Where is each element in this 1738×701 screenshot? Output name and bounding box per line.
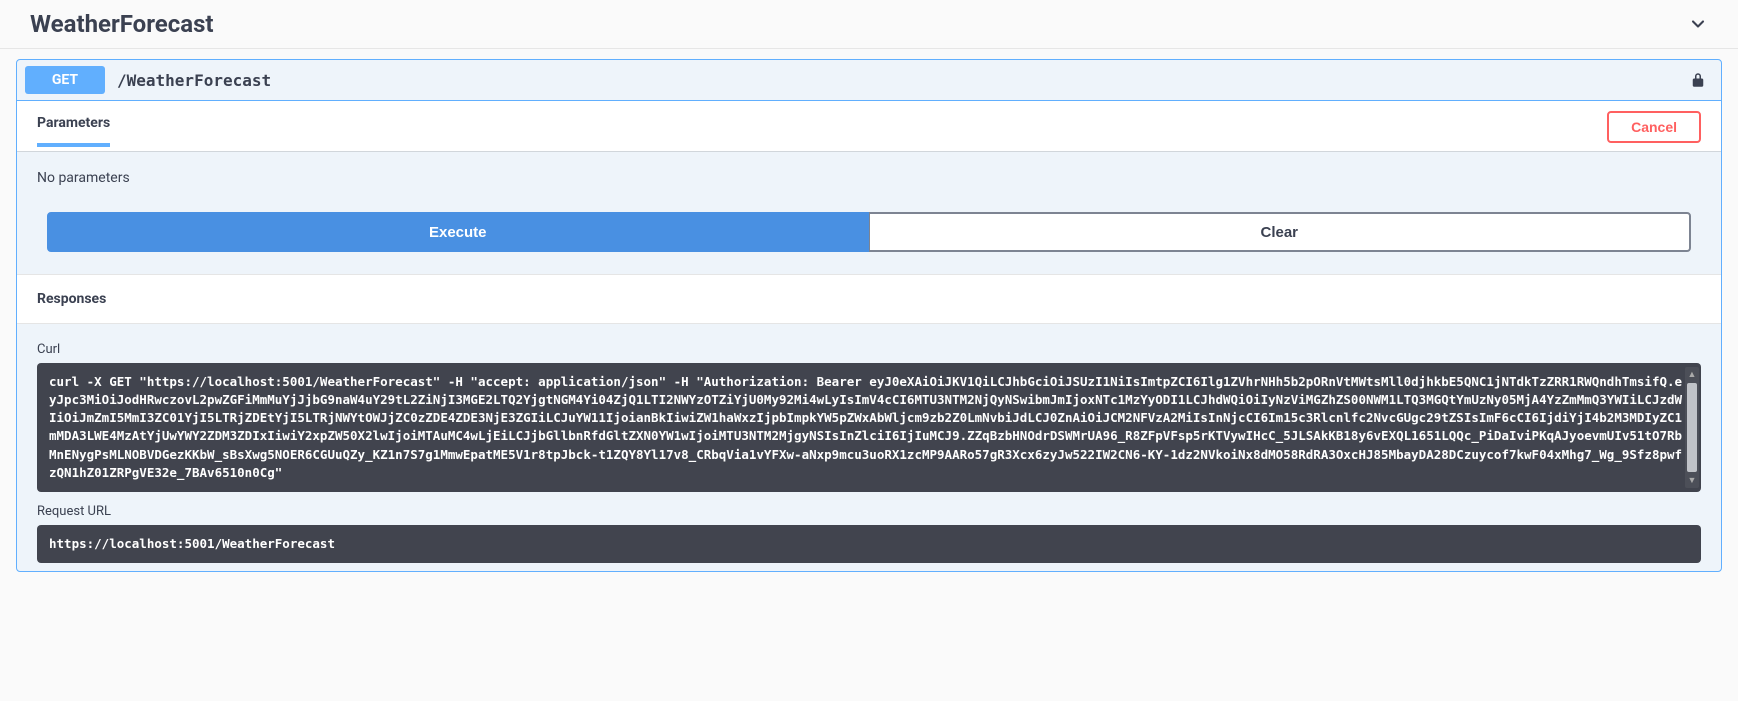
chevron-down-icon[interactable] [1688,14,1708,34]
section-header[interactable]: WeatherForecast [0,0,1738,49]
cancel-button[interactable]: Cancel [1607,111,1701,143]
response-body: Curl curl -X GET "https://localhost:5001… [17,324,1721,571]
operation-summary[interactable]: GET /WeatherForecast [17,60,1721,100]
responses-heading: Responses [17,274,1721,324]
curl-output[interactable]: curl -X GET "https://localhost:5001/Weat… [37,363,1701,492]
scroll-thumb[interactable] [1687,383,1697,472]
operation-summary-left: GET /WeatherForecast [25,66,271,94]
clear-button[interactable]: Clear [869,212,1692,252]
scroll-up-icon[interactable]: ▲ [1685,367,1699,381]
no-parameters-text: No parameters [17,152,1721,212]
method-badge: GET [25,66,105,94]
execute-row: Execute Clear [17,212,1721,274]
parameters-tab-header: Parameters Cancel [17,101,1721,151]
request-url-output[interactable]: https://localhost:5001/WeatherForecast [37,525,1701,563]
lock-icon[interactable] [1689,71,1713,89]
request-url-label: Request URL [37,504,1701,519]
scroll-down-icon[interactable]: ▼ [1685,474,1699,488]
operation-path: /WeatherForecast [117,71,271,90]
execute-button[interactable]: Execute [47,212,869,252]
operation-block: GET /WeatherForecast Parameters Cancel N… [16,59,1722,572]
curl-block-wrap: curl -X GET "https://localhost:5001/Weat… [37,363,1701,492]
scrollbar[interactable]: ▲ ▼ [1685,367,1699,488]
section-title: WeatherForecast [30,10,214,38]
tab-parameters[interactable]: Parameters [37,115,110,147]
curl-label: Curl [37,342,1701,357]
operation-body: Parameters Cancel No parameters Execute … [17,100,1721,571]
